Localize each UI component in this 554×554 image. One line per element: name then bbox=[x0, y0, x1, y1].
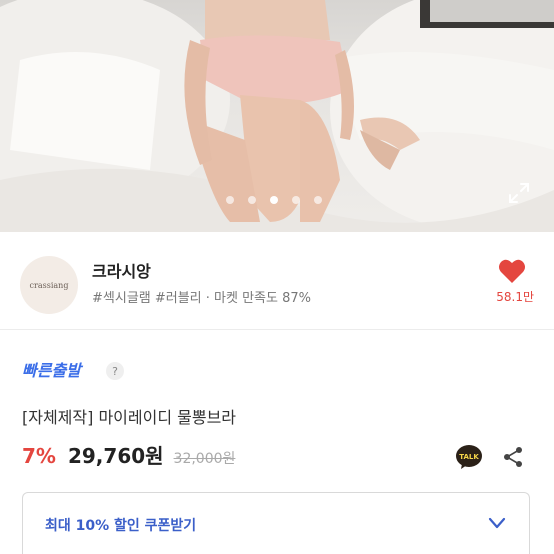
sale-price: 29,760원 bbox=[67, 444, 164, 468]
product-image-carousel[interactable] bbox=[0, 0, 554, 232]
talk-label: TALK bbox=[459, 453, 479, 461]
original-price: 32,000원 bbox=[173, 451, 236, 467]
seller-row[interactable]: crassiang 크라시앙 #섹시글램 #러블리 · 마켓 만족도 87% 5… bbox=[0, 232, 554, 330]
coupon-label: 최대 10% 할인 쿠폰받기 bbox=[45, 518, 197, 534]
carousel-dot[interactable] bbox=[226, 196, 234, 204]
help-icon[interactable]: ? bbox=[106, 362, 124, 380]
coupon-button[interactable]: 최대 10% 할인 쿠폰받기 bbox=[22, 492, 530, 554]
like-count: 58.1만 bbox=[496, 290, 534, 304]
share-icon[interactable] bbox=[502, 446, 524, 468]
carousel-dot[interactable] bbox=[248, 196, 256, 204]
seller-name[interactable]: 크라시앙 bbox=[92, 258, 151, 282]
carousel-dot[interactable] bbox=[292, 196, 300, 204]
seller-tags: #섹시글램 #러블리 · 마켓 만족도 87% bbox=[92, 291, 311, 306]
seller-avatar[interactable]: crassiang bbox=[20, 256, 78, 314]
product-page: crassiang 크라시앙 #섹시글램 #러블리 · 마켓 만족도 87% 5… bbox=[0, 0, 554, 554]
heart-icon[interactable] bbox=[498, 258, 526, 284]
expand-icon[interactable] bbox=[508, 182, 530, 204]
carousel-dot[interactable] bbox=[314, 196, 322, 204]
chevron-down-icon bbox=[488, 517, 506, 529]
carousel-dot-active[interactable] bbox=[270, 196, 278, 204]
product-title: [자체제작] 마이레이디 물뽕브라 bbox=[22, 408, 237, 427]
fast-shipping-badge: 빠른출발 bbox=[22, 361, 81, 380]
discount-rate: 7% bbox=[22, 444, 56, 468]
carousel-indicator bbox=[226, 196, 322, 204]
kakao-talk-icon[interactable]: TALK bbox=[455, 444, 483, 470]
price-row: 7% 29,760원 32,000원 bbox=[22, 440, 235, 469]
